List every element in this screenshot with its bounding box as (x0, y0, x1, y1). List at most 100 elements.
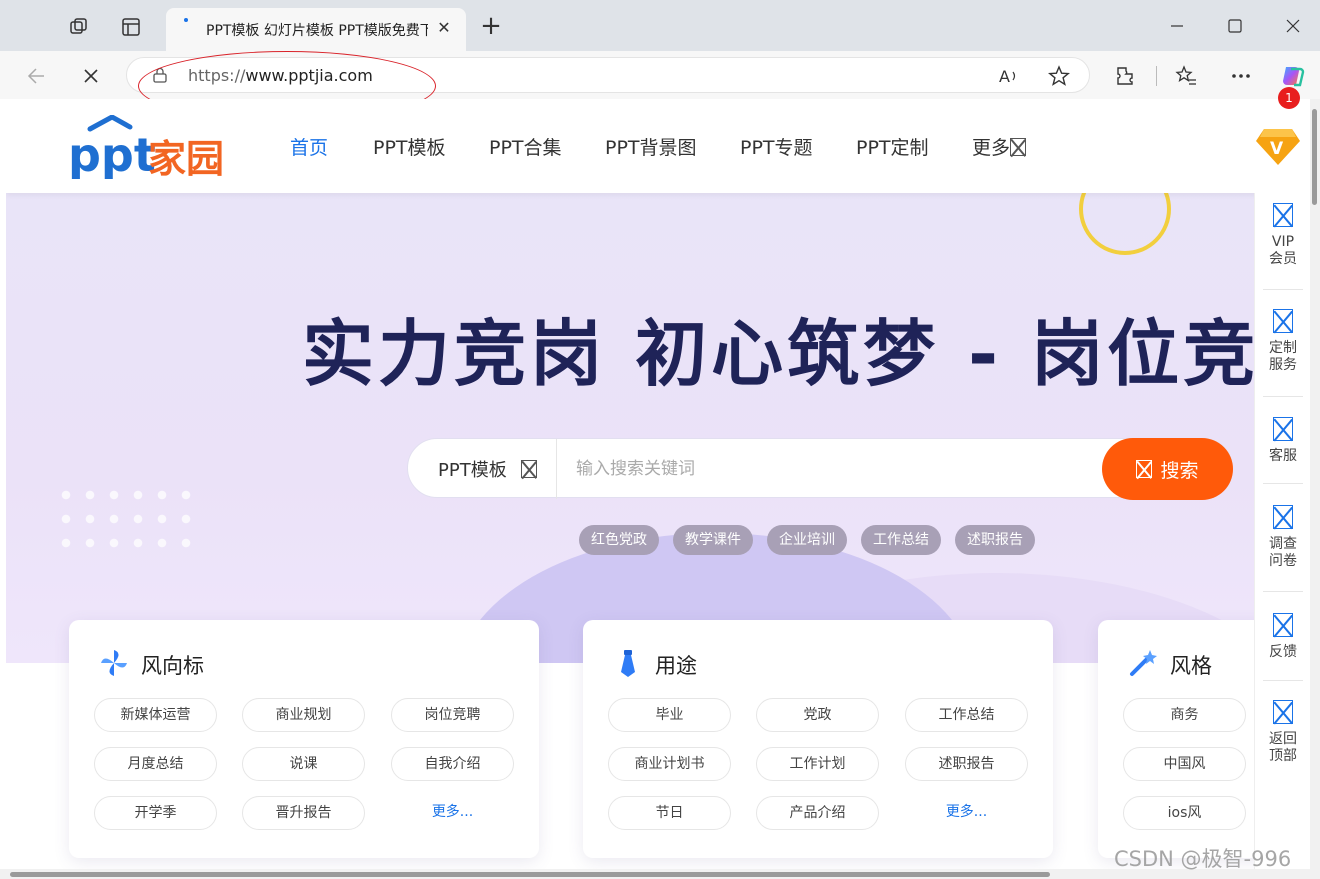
new-tab-button[interactable]: + (479, 13, 503, 39)
side-feedback[interactable]: 反馈 (1255, 613, 1310, 661)
site-header: ppt 家园 首页 PPT模板 PPT合集 PPT背景图 PPT专题 PPT定制… (6, 99, 1310, 193)
nav-ppt-topics[interactable]: PPT专题 (740, 133, 813, 160)
more-link[interactable]: 更多... (391, 796, 514, 830)
hot-tags: 红色党政 教学课件 企业培训 工作总结 述职报告 (579, 525, 1035, 555)
notification-badge: 1 (1278, 87, 1300, 109)
nav-ppt-custom[interactable]: PPT定制 (856, 133, 929, 160)
scrollbar-thumb[interactable] (1312, 109, 1317, 205)
category-pill[interactable]: 工作计划 (756, 747, 879, 781)
ppt-jiayuan-logo[interactable]: ppt 家园 (68, 114, 240, 182)
nav-more[interactable]: 更多 (972, 133, 1027, 160)
back-arrow-icon[interactable] (22, 62, 50, 90)
svg-text:A: A (999, 67, 1010, 86)
search-input[interactable] (576, 453, 1096, 485)
pinwheel-icon (99, 648, 129, 682)
category-pill[interactable]: 述职报告 (905, 747, 1028, 781)
side-custom-service[interactable]: 定制 服务 (1255, 309, 1310, 374)
hot-tag[interactable]: 工作总结 (861, 525, 941, 555)
broken-image-icon (1273, 417, 1293, 441)
category-pill[interactable]: 节日 (608, 796, 731, 830)
category-pill[interactable]: 商业计划书 (608, 747, 731, 781)
side-label: 定制 (1269, 340, 1297, 356)
svg-text:家园: 家园 (148, 137, 224, 179)
category-pill[interactable]: 月度总结 (94, 747, 217, 781)
category-pill[interactable]: 开学季 (94, 796, 217, 830)
hot-tag[interactable]: 红色党政 (579, 525, 659, 555)
more-link[interactable]: 更多... (905, 796, 1028, 830)
hot-tag[interactable]: 述职报告 (955, 525, 1035, 555)
hero-decor-ring (1079, 193, 1171, 255)
hero-decor-dots (54, 483, 194, 553)
vip-diamond-icon[interactable]: V (1256, 127, 1300, 171)
stop-loading-icon[interactable] (77, 62, 105, 90)
side-label: 反馈 (1269, 644, 1297, 660)
nav-ppt-backgrounds[interactable]: PPT背景图 (605, 133, 697, 160)
favorite-star-icon[interactable] (1047, 64, 1071, 88)
category-pill[interactable]: 党政 (756, 698, 879, 732)
search-button[interactable]: 搜索 (1102, 438, 1233, 500)
more-menu-icon[interactable] (1228, 63, 1254, 89)
minimize-icon[interactable] (1162, 12, 1192, 40)
category-pill[interactable]: 中国风 (1123, 747, 1246, 781)
side-vip-member[interactable]: VIP 会员 (1255, 203, 1310, 268)
close-window-icon[interactable] (1278, 12, 1308, 40)
vertical-scrollbar[interactable] (1310, 99, 1320, 879)
workspaces-icon[interactable] (66, 14, 92, 40)
card-title: 用途 (655, 654, 697, 678)
side-customer-service[interactable]: 客服 (1255, 417, 1310, 465)
category-pill[interactable]: 岗位竞聘 (391, 698, 514, 732)
hot-tag[interactable]: 企业培训 (767, 525, 847, 555)
nav-ppt-templates[interactable]: PPT模板 (373, 133, 446, 160)
broken-image-icon (1273, 505, 1293, 529)
loading-favicon-icon (184, 18, 188, 22)
maximize-icon[interactable] (1220, 12, 1250, 40)
side-divider (1263, 483, 1303, 484)
card-title: 风格 (1170, 654, 1212, 678)
floating-side-panel: VIP 会员 定制 服务 客服 调查 问卷 反馈 返回 顶部 (1254, 193, 1310, 869)
category-card-trends: 风向标 新媒体运营 商业规划 岗位竞聘 月度总结 说课 自我介绍 开学季 晋升报… (69, 620, 539, 858)
category-pill[interactable]: 自我介绍 (391, 747, 514, 781)
category-pill[interactable]: 毕业 (608, 698, 731, 732)
broken-image-icon (1273, 613, 1293, 637)
search-type-dropdown[interactable]: PPT模板 (438, 456, 537, 482)
tab-close-button[interactable]: ✕ (434, 18, 454, 38)
tab-title: PPT模板 幻灯片模板 PPT模版免费下载 (206, 23, 428, 39)
extensions-icon[interactable] (1112, 63, 1138, 89)
search-box: PPT模板 搜索 (407, 438, 1233, 500)
hot-tag[interactable]: 教学课件 (673, 525, 753, 555)
category-pill[interactable]: 工作总结 (905, 698, 1028, 732)
card-title: 风向标 (141, 654, 204, 678)
side-label: VIP (1271, 234, 1295, 250)
tab-actions-icon[interactable] (118, 14, 144, 40)
card-header: 风向标 (99, 648, 204, 682)
card-header: 风格 (1128, 648, 1212, 682)
nav-ppt-collections[interactable]: PPT合集 (489, 133, 562, 160)
side-label: 会员 (1269, 251, 1297, 267)
vip-badge-letter: V (1270, 139, 1284, 159)
broken-image-icon (1273, 700, 1293, 724)
broken-image-icon (1010, 138, 1027, 156)
read-aloud-icon[interactable]: A (997, 64, 1021, 88)
search-button-label: 搜索 (1160, 459, 1199, 482)
broken-image-icon (1136, 460, 1153, 478)
side-divider (1263, 396, 1303, 397)
side-divider (1263, 680, 1303, 681)
copilot-icon[interactable] (1280, 63, 1306, 89)
category-pill[interactable]: 商务 (1123, 698, 1246, 732)
category-pill[interactable]: 商业规划 (242, 698, 365, 732)
card-header: 用途 (613, 648, 697, 682)
scrollbar-thumb[interactable] (10, 872, 1050, 877)
category-pill[interactable]: 产品介绍 (756, 796, 879, 830)
category-pill[interactable]: 新媒体运营 (94, 698, 217, 732)
nav-more-label: 更多 (972, 137, 1011, 159)
category-pill[interactable]: ios风 (1123, 796, 1246, 830)
favorites-list-icon[interactable] (1173, 63, 1199, 89)
category-pill[interactable]: 晋升报告 (242, 796, 365, 830)
active-tab[interactable]: PPT模板 幻灯片模板 PPT模版免费下载 ✕ (166, 8, 466, 51)
side-back-to-top[interactable]: 返回 顶部 (1255, 700, 1310, 765)
side-label: 顶部 (1269, 748, 1297, 764)
category-pill[interactable]: 说课 (242, 747, 365, 781)
side-survey[interactable]: 调查 问卷 (1255, 505, 1310, 570)
page-viewport: ppt 家园 首页 PPT模板 PPT合集 PPT背景图 PPT专题 PPT定制… (6, 99, 1310, 869)
nav-home[interactable]: 首页 (290, 133, 328, 160)
